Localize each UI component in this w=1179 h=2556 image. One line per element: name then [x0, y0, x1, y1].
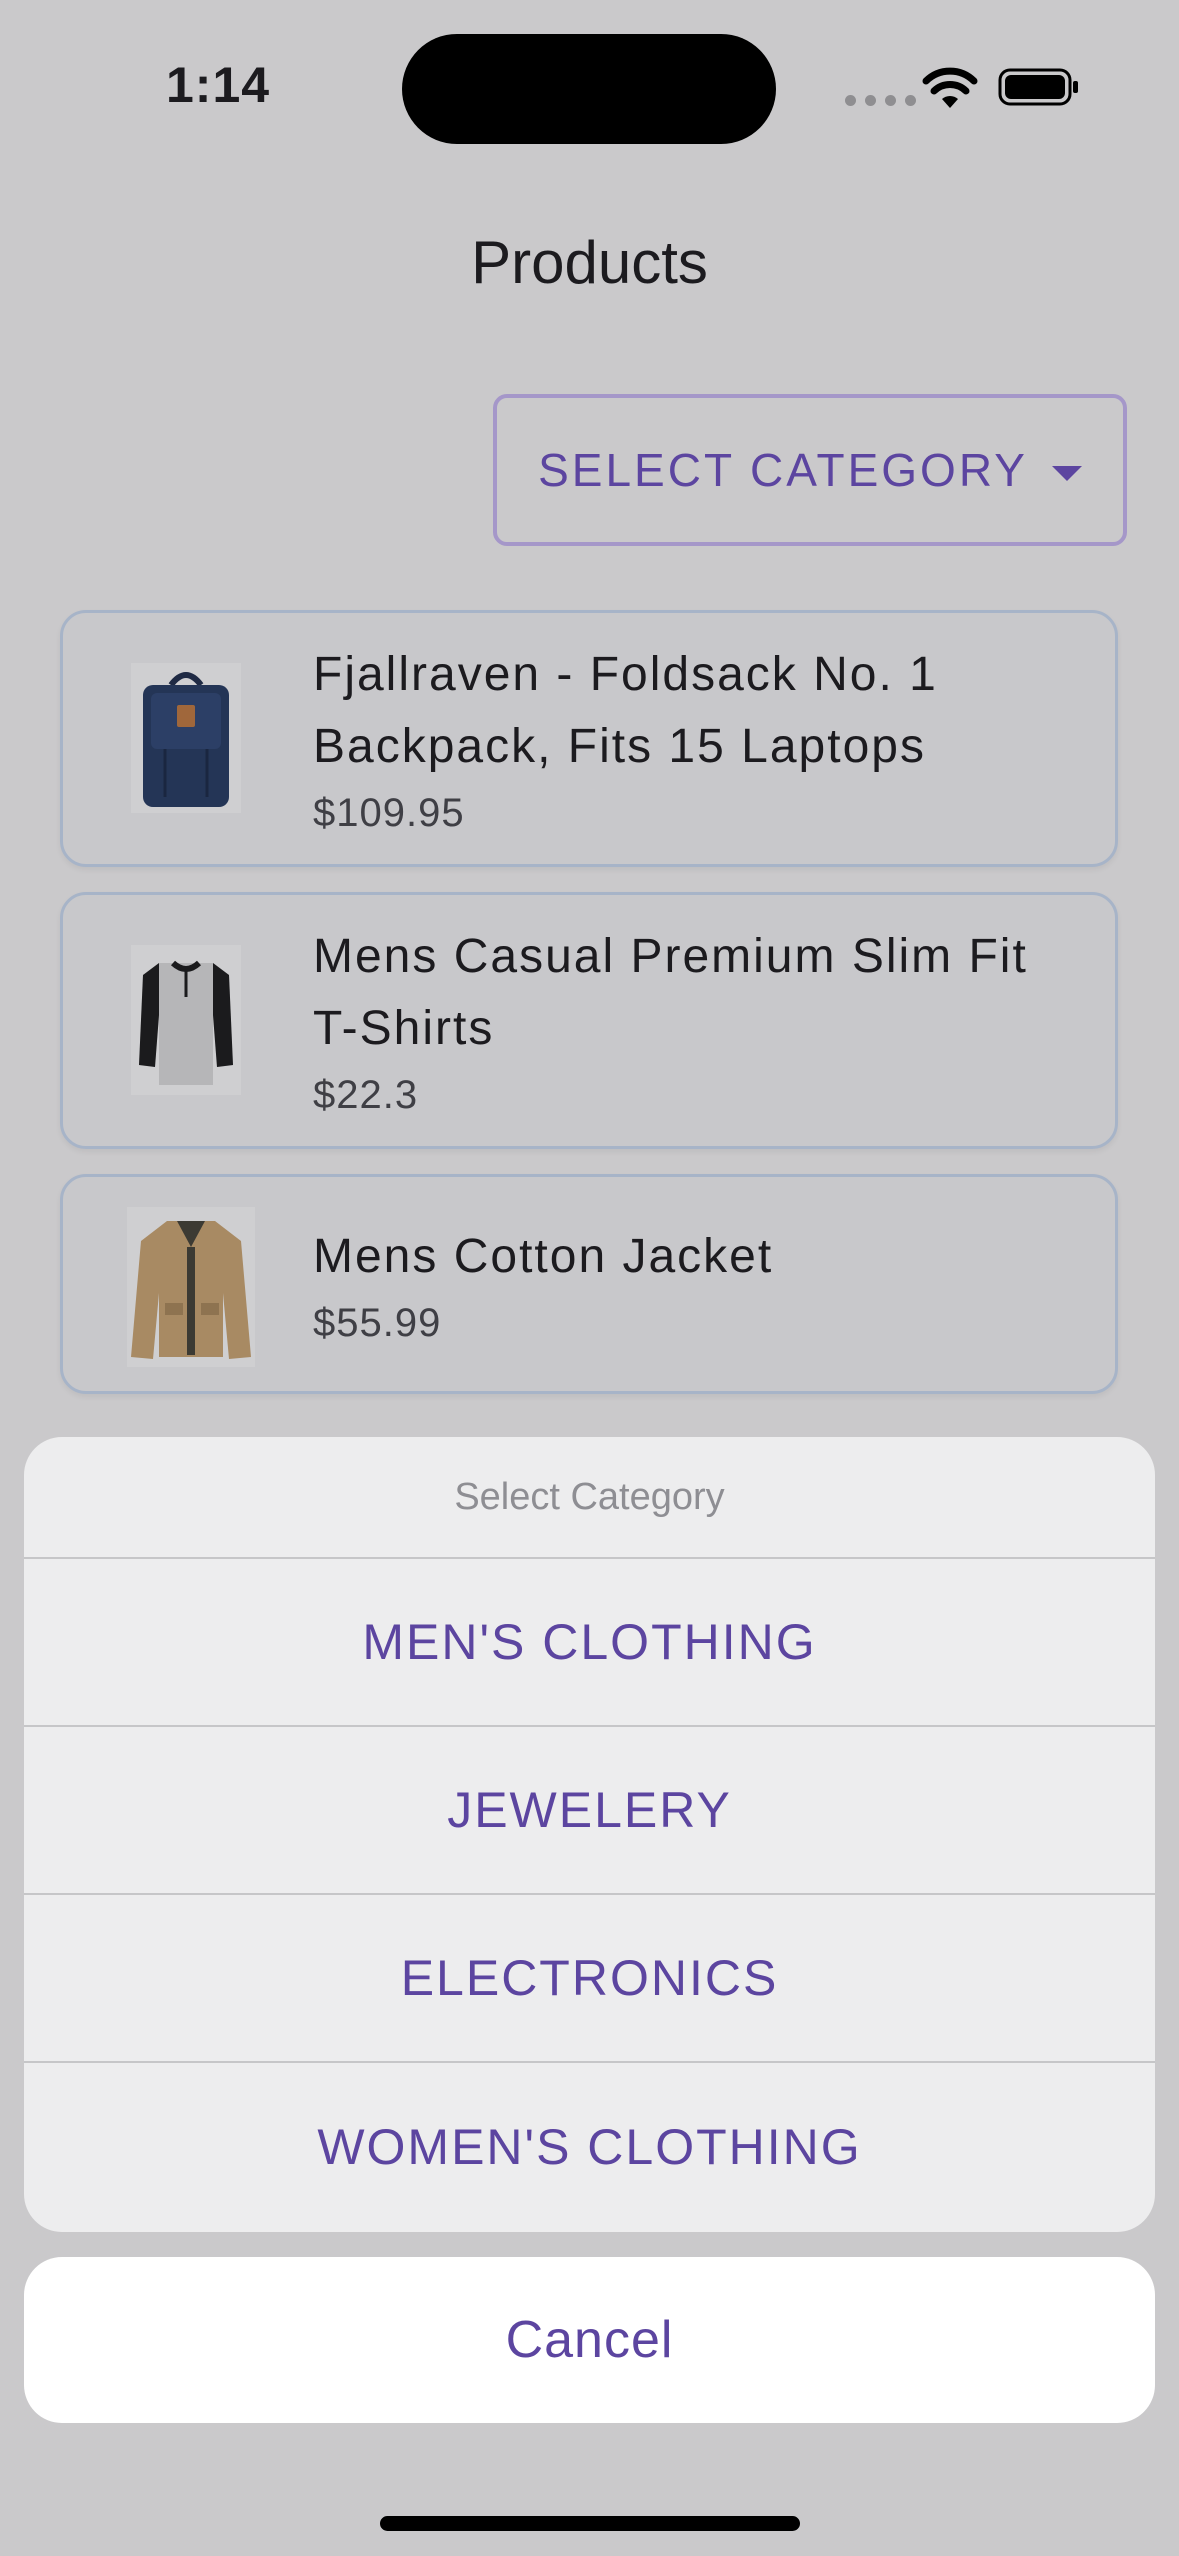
tshirt-icon	[131, 945, 241, 1095]
cellular-signal-icon	[845, 95, 916, 106]
dynamic-island	[402, 34, 776, 144]
product-card[interactable]: Mens Cotton Jacket $55.99	[60, 1174, 1118, 1394]
cancel-button[interactable]: Cancel	[24, 2257, 1155, 2423]
category-action-sheet: Select Category MEN'S CLOTHING JEWELERY …	[24, 1437, 1155, 2232]
backpack-icon	[131, 663, 241, 813]
product-price: $22.3	[313, 1073, 419, 1117]
select-category-button[interactable]: SELECT CATEGORY	[493, 394, 1127, 546]
select-category-label: SELECT CATEGORY	[538, 444, 1028, 496]
page-title: Products	[471, 229, 708, 296]
status-time: 1:14	[166, 57, 271, 113]
product-card[interactable]: Mens Casual Premium Slim Fit T-Shirts $2…	[60, 892, 1118, 1149]
action-sheet-title: Select Category	[24, 1437, 1155, 1559]
product-name: Mens Casual Premium Slim Fit T-Shirts	[313, 930, 1028, 1055]
option-mens-clothing[interactable]: MEN'S CLOTHING	[24, 1559, 1155, 1727]
option-jewelery[interactable]: JEWELERY	[24, 1727, 1155, 1895]
battery-icon	[998, 68, 1078, 106]
product-price: $55.99	[313, 1301, 442, 1345]
jacket-icon	[127, 1207, 255, 1367]
home-indicator	[380, 2516, 800, 2531]
product-card[interactable]: Fjallraven - Foldsack No. 1 Backpack, Fi…	[60, 610, 1118, 867]
option-electronics[interactable]: ELECTRONICS	[24, 1895, 1155, 2063]
product-name: Mens Cotton Jacket	[313, 1230, 774, 1283]
product-name: Fjallraven - Foldsack No. 1 Backpack, Fi…	[313, 648, 938, 773]
option-womens-clothing[interactable]: WOMEN'S CLOTHING	[24, 2063, 1155, 2231]
caret-down-icon	[1051, 465, 1082, 481]
product-price: $109.95	[313, 791, 465, 835]
wifi-icon	[922, 67, 978, 108]
